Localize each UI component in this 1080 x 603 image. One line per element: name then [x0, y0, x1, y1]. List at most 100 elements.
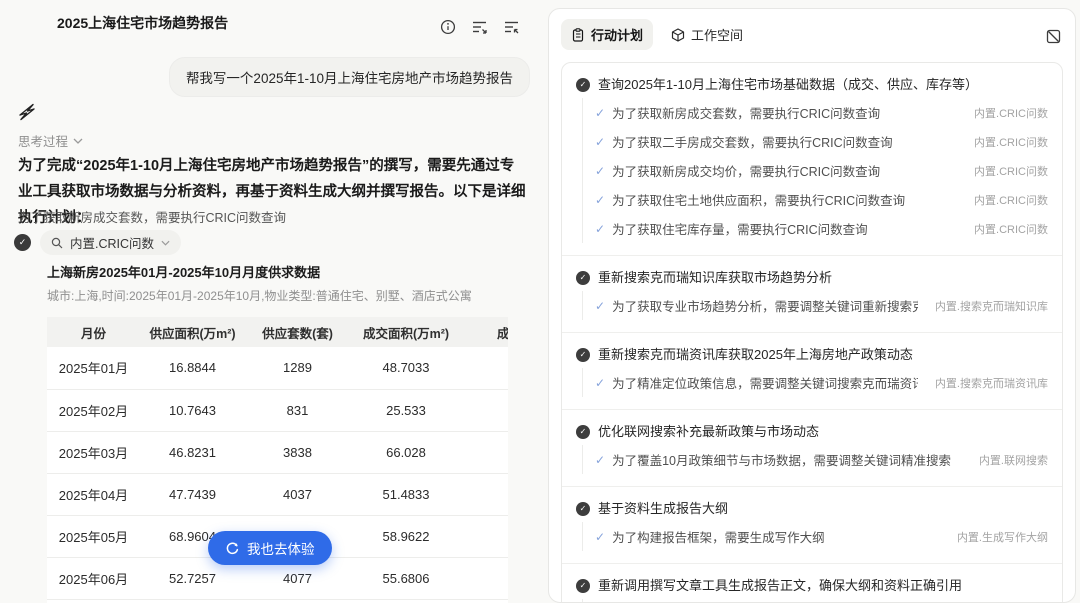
tab-workspace[interactable]: 工作空间 [661, 19, 753, 50]
plan-task-text: 为了获取专业市场趋势分析，需要调整关键词重新搜索克而瑞知识库 [612, 296, 918, 315]
table-cell [462, 431, 508, 473]
list-expand-icon[interactable] [504, 19, 520, 35]
table-subtitle: 城市:上海,时间:2025年01月-2025年10月,物业类型:普通住宅、别墅、… [47, 287, 508, 304]
tool-pill-button[interactable]: 内置.CRIC问数 [40, 230, 181, 255]
group-check-icon: ✓ [576, 502, 590, 516]
step-note-text: 为了获取新房成交套数，需要执行CRIC问数查询 [18, 207, 286, 226]
plan-task-tool: 内置.搜索克而瑞资讯库 [935, 375, 1048, 391]
table-cell: 831 [245, 389, 350, 431]
user-message-bubble: 帮我写一个2025年1-10月上海住宅房地产市场趋势报告 [169, 57, 530, 97]
plan-task-text: 为了获取二手房成交套数，需要执行CRIC问数查询 [612, 132, 957, 151]
tab-action-plan[interactable]: 行动计划 [561, 19, 653, 50]
plan-task-tool: 内置.生成写作大纲 [957, 529, 1048, 545]
table-cell: 2025年01月 [47, 347, 140, 389]
plan-task: ✓为了获取新房成交均价，需要执行CRIC问数查询内置.CRIC问数 [595, 156, 1048, 185]
group-check-icon: ✓ [576, 348, 590, 362]
plan-task-tool: 内置.搜索克而瑞知识库 [935, 298, 1048, 314]
plan-task: ✓为了获取专业市场趋势分析，需要调整关键词重新搜索克而瑞知识库内置.搜索克而瑞知… [595, 291, 1048, 320]
table-column-header: 供应面积(万m²) [140, 317, 245, 347]
plan-group-title: 重新调用撰写文章工具生成报告正文，确保大纲和资料正确引用 [598, 577, 962, 595]
hide-panel-icon[interactable] [1046, 29, 1061, 44]
plan-task: ✓为了构建报告框架，需要生成写作大纲内置.生成写作大纲 [595, 522, 1048, 551]
plan-task: ✓为了获取住宅库存量，需要执行CRIC问数查询内置.CRIC问数 [595, 214, 1048, 243]
table-row: 2025年04月47.7439403751.4833 [47, 473, 508, 515]
tab-action-plan-label: 行动计划 [591, 25, 643, 44]
plan-group-title: 重新搜索克而瑞资讯库获取2025年上海房地产政策动态 [598, 346, 913, 364]
group-check-icon: ✓ [576, 271, 590, 285]
header-toolbar [440, 19, 520, 35]
table-cell: 46.8231 [140, 431, 245, 473]
plan-task-tool: 内置.CRIC问数 [974, 192, 1048, 208]
table-cell: 2025年06月 [47, 557, 140, 599]
table-title: 上海新房2025年01月-2025年10月月度供求数据 [47, 262, 508, 281]
table-column-header: 供应套数(套) [245, 317, 350, 347]
task-check-icon: ✓ [595, 222, 605, 236]
table-cell: 2025年03月 [47, 431, 140, 473]
table-column-header: 月份 [47, 317, 140, 347]
plan-task: ✓为了生成完整报告内容，需要使用大纲和所有收集的市场数据、政...内置.撰写文章 [595, 599, 1048, 603]
table-cell: 4037 [245, 473, 350, 515]
table-cell: 55.6806 [350, 557, 462, 599]
plan-task-tool: 内置.CRIC问数 [974, 105, 1048, 121]
plan-task-text: 为了覆盖10月政策细节与市场数据，需要调整关键词精准搜索 [612, 450, 962, 469]
table-row: 2025年02月10.764383125.533 [47, 389, 508, 431]
task-check-icon: ✓ [595, 453, 605, 467]
table-column-header: 成交套数 [462, 317, 508, 347]
task-check-icon: ✓ [595, 193, 605, 207]
table-cell: 1289 [245, 347, 350, 389]
plan-task: ✓ 为了获取住宅土地供应面积，需要执行CRIC问数查询 内置.CRIC问数 [595, 185, 1048, 214]
plan-group: ✓ 重新调用撰写文章工具生成报告正文，确保大纲和资料正确引用 ✓为了生成完整报告内容… [562, 563, 1062, 603]
chevron-down-icon [161, 240, 170, 246]
info-icon[interactable] [440, 19, 456, 35]
plan-task: ✓ 为了获取新房成交套数，需要执行CRIC问数查询 内置.CRIC问数 [595, 98, 1048, 127]
clipboard-icon [571, 28, 585, 42]
plan-task: ✓ 为了覆盖10月政策细节与市场数据，需要调整关键词精准搜索 内置.联网搜索 [595, 445, 1048, 474]
plan-task-text: 为了获取住宅库存量，需要执行CRIC问数查询 [612, 219, 957, 238]
plan-group: ✓ 基于资料生成报告大纲 ✓为了构建报告框架，需要生成写作大纲内置.生成写作大纲 [562, 486, 1062, 563]
plan-group: ✓ 重新搜索克而瑞资讯库获取2025年上海房地产政策动态 ✓为了精准定位政策信息，需… [562, 332, 1062, 409]
task-check-icon: ✓ [595, 530, 605, 544]
plan-task-tool: 内置.联网搜索 [979, 452, 1048, 468]
check-circle-icon: ✓ [14, 234, 31, 251]
table-cell: 25.533 [350, 389, 462, 431]
plan-group: ✓重新搜索克而瑞知识库获取市场趋势分析✓为了获取专业市场趋势分析，需要调整关键词… [562, 255, 1062, 332]
panel-tabs: 行动计划 工作空间 [549, 9, 1075, 56]
action-plan-list: ✓查询2025年1-10月上海住宅市场基础数据（成交、供应、库存等）✓为了获取新… [561, 62, 1063, 603]
table-cell: 16.8844 [140, 347, 245, 389]
table-column-header: 成交面积(万m²) [350, 317, 462, 347]
plan-task-text: 为了获取新房成交套数，需要执行CRIC问数查询 [612, 103, 957, 122]
list-collapse-icon[interactable] [472, 19, 488, 35]
workspace-panel: 行动计划 工作空间 ✓查询2025年1-10月上海住宅市场基础数据（成交、供应、… [548, 8, 1076, 603]
conversation-title: 2025上海住宅市场趋势报告 [57, 13, 228, 33]
table-cell: 48.7033 [350, 347, 462, 389]
plan-task: ✓为了精准定位政策信息，需要调整关键词搜索克而瑞资讯库内置.搜索克而瑞资讯库 [595, 368, 1048, 397]
group-check-icon: ✓ [576, 425, 590, 439]
group-check-icon: ✓ [576, 579, 590, 593]
thinking-process-toggle[interactable]: 思考过程 [18, 131, 83, 150]
table-cell: 3838 [245, 431, 350, 473]
try-it-button[interactable]: 我也去体验 [208, 531, 332, 565]
table-row-partial [47, 599, 508, 603]
tool-call-row: ✓ 内置.CRIC问数 [14, 230, 181, 255]
app-window: 2025上海住宅市场趋势报告 帮我写一个2025年1-10月上海住宅房地产市场趋… [0, 0, 1080, 603]
plan-group: ✓ 优化联网搜索补充最新政策与市场动态 ✓ 为了覆盖10月政策细节与市场数据，需要调整… [562, 409, 1062, 486]
assistant-flash-icon [17, 102, 37, 122]
plan-group-title: 基于资料生成报告大纲 [598, 500, 728, 518]
table-row: 2025年03月46.8231383866.028 [47, 431, 508, 473]
table-header-row: 月份供应面积(万m²)供应套数(套)成交面积(万m²)成交套数 [47, 317, 508, 347]
table-cell: 66.028 [350, 431, 462, 473]
table-cell: 51.4833 [350, 473, 462, 515]
plan-group-title: 优化联网搜索补充最新政策与市场动态 [598, 423, 819, 441]
cube-icon [671, 28, 685, 42]
task-check-icon: ✓ [595, 106, 605, 120]
tool-pill-label: 内置.CRIC问数 [70, 233, 154, 252]
plan-task: ✓为了获取二手房成交套数，需要执行CRIC问数查询内置.CRIC问数 [595, 127, 1048, 156]
task-check-icon: ✓ [595, 164, 605, 178]
plan-task-text: 为了获取住宅土地供应面积，需要执行CRIC问数查询 [612, 190, 957, 209]
chevron-down-icon [73, 138, 83, 144]
plan-group: ✓查询2025年1-10月上海住宅市场基础数据（成交、供应、库存等）✓为了获取新… [562, 63, 1062, 255]
table-cell: 47.7439 [140, 473, 245, 515]
search-icon [51, 237, 63, 249]
plan-task-text: 为了获取新房成交均价，需要执行CRIC问数查询 [612, 161, 957, 180]
tab-workspace-label: 工作空间 [691, 25, 743, 44]
